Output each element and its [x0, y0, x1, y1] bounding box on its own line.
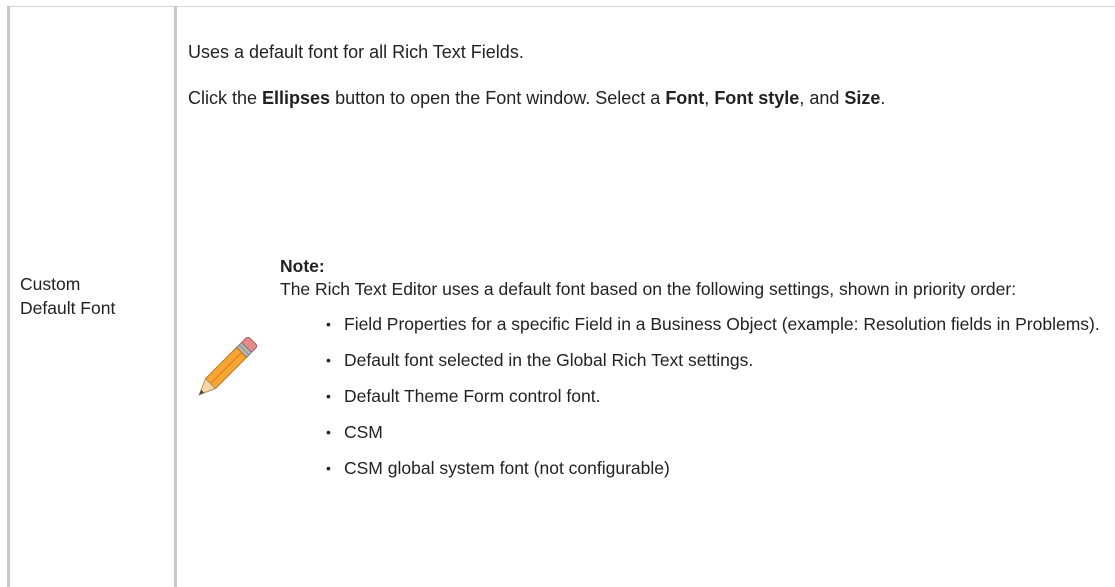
instruction-text: , and [799, 88, 845, 108]
instruction-text: . [880, 88, 886, 108]
font-term: Font [665, 88, 705, 108]
term-cell: Custom Default Font [20, 272, 170, 320]
font-style-term: Font style [714, 88, 800, 108]
priority-list: Field Properties for a specific Field in… [326, 312, 1115, 492]
instruction-text: , [704, 88, 715, 108]
column-divider [174, 6, 177, 587]
note-body: The Rich Text Editor uses a default font… [280, 279, 1017, 299]
ellipses-term: Ellipses [262, 88, 331, 108]
intro-paragraph: Uses a default font for all Rich Text Fi… [188, 42, 524, 62]
size-term: Size [844, 88, 881, 108]
term-label-line2: Default Font [20, 298, 116, 318]
list-item: Field Properties for a specific Field in… [326, 312, 1115, 336]
instruction-text: Click the [188, 88, 263, 108]
table-left-border [7, 6, 10, 587]
pencil-icon [198, 336, 258, 396]
note-title: Note: [280, 256, 325, 276]
term-label-line1: Custom [20, 274, 81, 294]
list-item: Default Theme Form control font. [326, 384, 1115, 408]
list-item: Default font selected in the Global Rich… [326, 348, 1115, 372]
list-item: CSM [326, 420, 1115, 444]
instruction-text: button to open the Font window. Select a [330, 88, 666, 108]
documentation-table: Custom Default Font Uses a default font … [0, 0, 1115, 587]
list-item: CSM global system font (not configurable… [326, 456, 1115, 480]
instruction-paragraph: Click the Ellipses button to open the Fo… [188, 86, 885, 110]
